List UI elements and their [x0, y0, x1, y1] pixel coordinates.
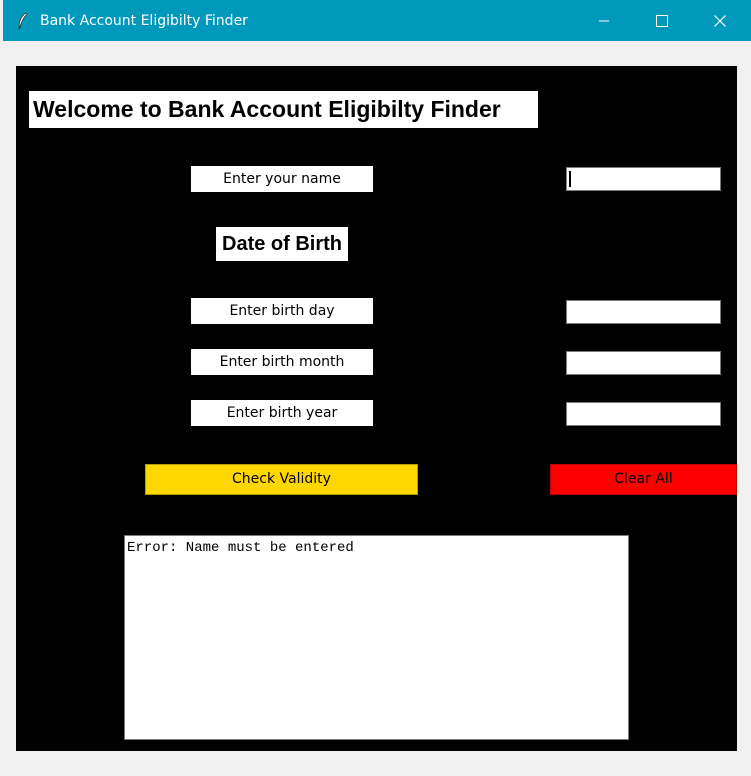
- window-title: Bank Account Eligibilty Finder: [40, 13, 248, 29]
- dob-heading: Date of Birth: [216, 227, 348, 261]
- main-frame: Welcome to Bank Account Eligibilty Finde…: [16, 66, 737, 751]
- birth-day-label: Enter birth day: [191, 298, 373, 324]
- clear-all-button[interactable]: Clear All: [550, 464, 737, 495]
- maximize-icon: [656, 14, 668, 27]
- maximize-button[interactable]: [633, 0, 691, 41]
- birth-month-input[interactable]: [566, 351, 721, 375]
- name-label: Enter your name: [191, 166, 373, 192]
- minimize-button[interactable]: [575, 0, 633, 41]
- name-input[interactable]: [566, 167, 721, 191]
- birth-month-label: Enter birth month: [191, 349, 373, 375]
- close-button[interactable]: [691, 0, 749, 41]
- birth-year-input[interactable]: [566, 402, 721, 426]
- birth-year-label: Enter birth year: [191, 400, 373, 426]
- check-validity-button[interactable]: Check Validity: [145, 464, 418, 495]
- output-textbox[interactable]: Error: Name must be entered: [124, 535, 629, 740]
- birth-day-input[interactable]: [566, 300, 721, 324]
- minimize-icon: [599, 20, 609, 21]
- title-bar[interactable]: Bank Account Eligibilty Finder: [3, 0, 751, 41]
- app-window: Bank Account Eligibilty Finder Welcome t…: [0, 0, 751, 776]
- welcome-heading: Welcome to Bank Account Eligibilty Finde…: [29, 91, 538, 128]
- text-caret: [569, 171, 571, 187]
- feather-icon: [15, 12, 31, 30]
- close-icon: [714, 14, 726, 27]
